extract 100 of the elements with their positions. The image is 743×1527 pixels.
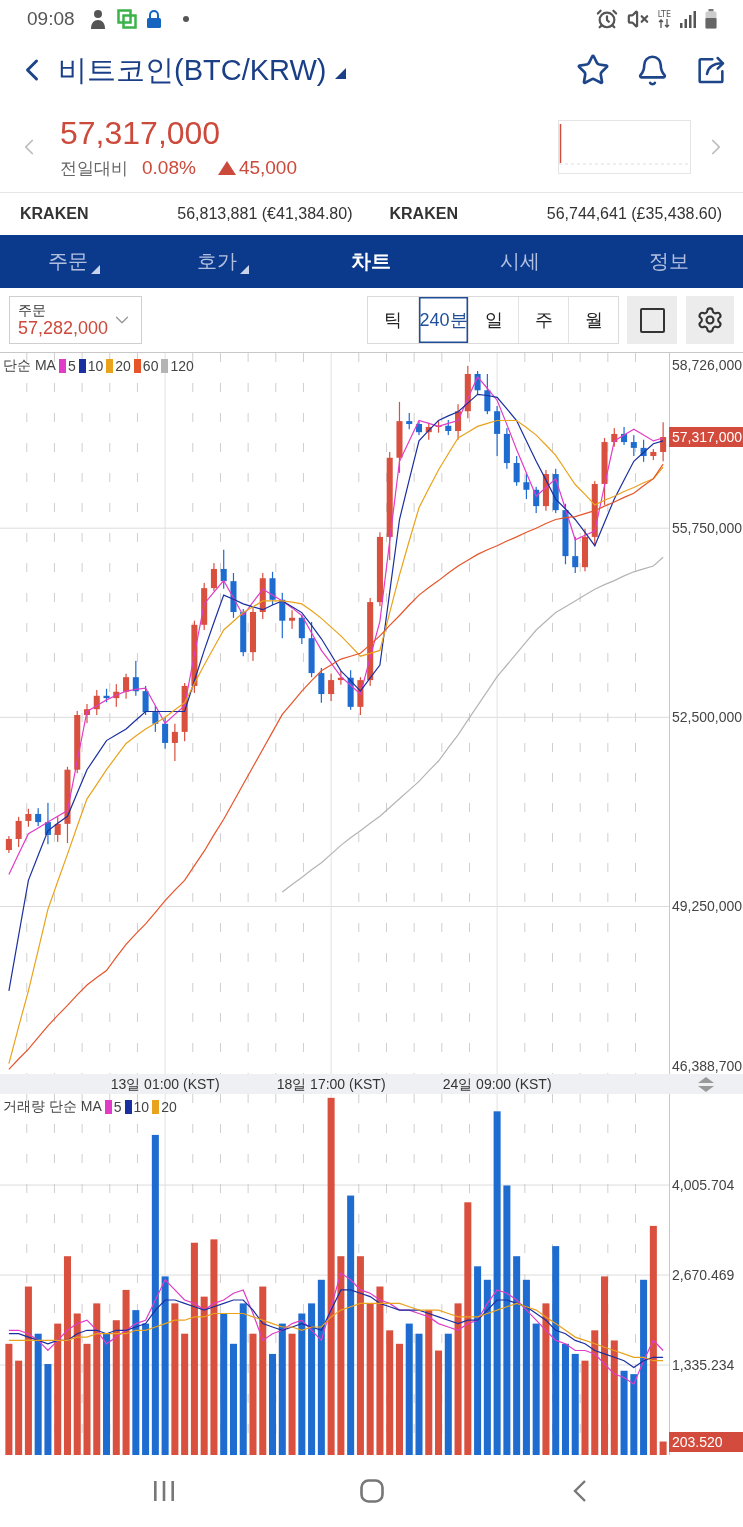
share-icon xyxy=(695,54,727,86)
alarm-icon xyxy=(595,8,618,30)
recent-apps-icon xyxy=(152,1480,175,1502)
bar xyxy=(542,1303,550,1455)
star-icon xyxy=(576,53,610,87)
nav-tab[interactable]: 정보 xyxy=(594,235,743,288)
bar xyxy=(493,1111,501,1455)
bar xyxy=(83,1343,91,1455)
bar xyxy=(640,1279,648,1455)
bar xyxy=(132,1310,140,1455)
price-axis-label: 52,500,000 xyxy=(672,709,743,726)
bar xyxy=(561,1343,569,1455)
bar xyxy=(522,1279,530,1455)
bell-icon xyxy=(636,53,669,87)
nav-tab[interactable]: 주문 xyxy=(0,235,149,288)
bar xyxy=(5,1343,13,1455)
bar xyxy=(464,1202,472,1455)
bar xyxy=(620,1370,628,1455)
bar xyxy=(73,1313,81,1455)
bar xyxy=(444,1333,452,1455)
bar xyxy=(93,1303,101,1455)
person-icon xyxy=(88,9,107,29)
bar xyxy=(44,1364,52,1455)
bar xyxy=(454,1303,462,1455)
bar xyxy=(142,1323,150,1455)
coin-title: 비트코인(BTC/KRW) xyxy=(58,53,327,88)
bar xyxy=(376,1286,384,1455)
bar xyxy=(474,1266,482,1455)
lock-icon xyxy=(146,10,161,28)
ma-period-label: 20 xyxy=(115,358,131,374)
alert-button[interactable] xyxy=(636,53,669,87)
bar xyxy=(552,1246,560,1455)
bar xyxy=(571,1353,579,1455)
overlapping-squares-icon xyxy=(116,9,137,29)
nav-tab[interactable]: 차트 xyxy=(297,235,446,288)
bar xyxy=(161,1276,169,1455)
ma-period-label: 5 xyxy=(113,1099,122,1115)
time-axis-label: 13일 01:00 (KST) xyxy=(110,1075,220,1093)
ma-period-label: 5 xyxy=(67,358,76,374)
time-axis-label: 24일 09:00 (KST) xyxy=(442,1075,552,1093)
bar xyxy=(503,1185,511,1455)
ma-period-label: 20 xyxy=(161,1099,177,1115)
share-button[interactable] xyxy=(695,54,727,86)
period-button[interactable]: 240분 xyxy=(418,297,468,343)
settings-button[interactable] xyxy=(686,296,734,344)
mute-icon xyxy=(626,8,649,30)
bar xyxy=(415,1333,423,1455)
exchange-name: KRAKEN xyxy=(389,205,458,223)
bar xyxy=(366,1303,374,1455)
bar xyxy=(337,1256,345,1455)
home-button[interactable] xyxy=(359,1479,384,1503)
bar xyxy=(395,1343,403,1455)
bar xyxy=(259,1286,267,1455)
square-icon xyxy=(639,307,665,333)
resize-handle-icon[interactable] xyxy=(697,1077,715,1092)
bar xyxy=(278,1323,286,1455)
order-price-select[interactable]: 주문 57,282,000 xyxy=(9,296,142,344)
bar xyxy=(24,1286,32,1455)
nav-tab[interactable]: 시세 xyxy=(445,235,595,288)
volume-axis-label: 1,335.234 xyxy=(672,1357,735,1373)
bar xyxy=(54,1323,62,1455)
bar xyxy=(386,1330,394,1455)
bar xyxy=(601,1276,609,1455)
ma-period-label: 120 xyxy=(170,358,194,374)
bar xyxy=(347,1195,355,1455)
bar xyxy=(649,1225,657,1455)
home-icon xyxy=(359,1479,384,1503)
ma-period-label: 10 xyxy=(133,1099,150,1115)
nav-tab[interactable]: 호가 xyxy=(148,235,298,288)
square-toggle-button[interactable] xyxy=(627,296,677,344)
network-type-label: LTE xyxy=(657,10,671,19)
bar xyxy=(356,1256,364,1455)
current-volume-badge: 203.520 xyxy=(669,1431,743,1452)
bar xyxy=(308,1303,316,1455)
signal-icon xyxy=(680,10,696,28)
price-axis-label: 49,250,000 xyxy=(672,898,743,915)
favorite-button[interactable] xyxy=(576,53,610,87)
volume-axis-label: 4,005.704 xyxy=(672,1177,735,1194)
settings-icon xyxy=(696,306,724,334)
current-price: 57,317,000 xyxy=(60,114,222,151)
dropdown-corner-icon[interactable] xyxy=(334,68,346,79)
dot-icon xyxy=(182,16,189,22)
battery-icon xyxy=(705,9,717,29)
bar xyxy=(34,1333,42,1455)
bar xyxy=(483,1279,491,1455)
bar xyxy=(630,1374,638,1455)
bar xyxy=(532,1323,540,1455)
bar xyxy=(220,1313,228,1455)
time-axis-label: 18일 17:00 (KST) xyxy=(276,1075,386,1093)
current-price-badge: 57,317,000 xyxy=(669,427,743,447)
bar xyxy=(210,1239,218,1455)
recent-apps-button[interactable] xyxy=(152,1480,175,1502)
bar xyxy=(591,1330,599,1455)
volume-axis-label: 2,670.469 xyxy=(672,1267,735,1284)
bar xyxy=(317,1279,325,1455)
bar xyxy=(659,1441,667,1455)
bar xyxy=(405,1323,413,1455)
bar xyxy=(239,1303,247,1455)
bar xyxy=(171,1303,179,1455)
back-nav-button[interactable] xyxy=(572,1479,587,1503)
